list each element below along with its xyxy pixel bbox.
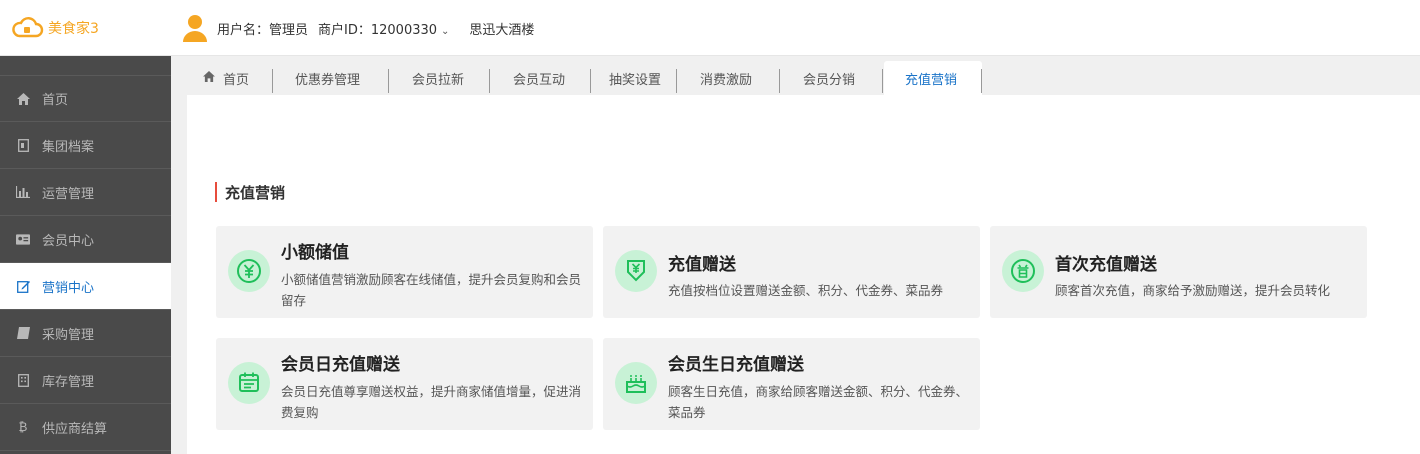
sidebar-item-home[interactable]: 首页 bbox=[0, 75, 171, 122]
home-icon bbox=[203, 71, 215, 85]
sidebar-item-label: 供应商结算 bbox=[42, 421, 108, 437]
recharge-gift-icon bbox=[615, 250, 657, 292]
card-description: 充值按档位设置赠送金额、积分、代金券、菜品券 bbox=[668, 283, 944, 298]
main-content: 充值营销 小额储值 小额储值营销激励顾客在线储值，提升会员复购和会员留存 充值赠… bbox=[187, 95, 1420, 454]
card-first-recharge-gift[interactable]: 首次充值赠送 顾客首次充值，商家给予激励赠送，提升会员转化 bbox=[990, 226, 1367, 318]
merchant-id-dropdown[interactable]: 商户ID：12000330 ⌄ bbox=[318, 19, 449, 38]
chevron-down-icon: ⌄ bbox=[441, 25, 450, 37]
home-icon bbox=[16, 92, 30, 106]
sidebar-item-label: 首页 bbox=[42, 93, 69, 108]
sidebar-item-marketing-center[interactable]: 营销中心 bbox=[0, 263, 171, 310]
sidebar-item-inventory[interactable]: 库存管理 bbox=[0, 357, 171, 404]
sidebar-item-operations[interactable]: 运营管理 bbox=[0, 169, 171, 216]
card-title: 首次充值赠送 bbox=[1055, 255, 1157, 275]
card-member-day-recharge-gift[interactable]: 会员日充值赠送 会员日充值尊享赠送权益，提升商家储值增量，促进消费复购 bbox=[216, 338, 593, 430]
card-small-stored-value[interactable]: 小额储值 小额储值营销激励顾客在线储值，提升会员复购和会员留存 bbox=[216, 226, 593, 318]
tab-member-interaction[interactable]: 会员互动 bbox=[490, 61, 591, 95]
card-title: 会员日充值赠送 bbox=[281, 355, 400, 375]
shop-name: 思迅大酒楼 bbox=[469, 22, 535, 38]
sidebar-item-purchasing[interactable]: 采购管理 bbox=[0, 310, 171, 357]
sidebar-item-member-center[interactable]: 会员中心 bbox=[0, 216, 171, 263]
tab-label: 消费激励 bbox=[700, 72, 753, 88]
user-avatar-icon[interactable] bbox=[183, 14, 207, 42]
tab-home[interactable]: 首页 bbox=[187, 61, 273, 95]
username-label: 用户名：管理员 bbox=[217, 22, 309, 38]
app-name: 美食家3 bbox=[48, 21, 99, 37]
calendar-icon bbox=[228, 362, 270, 404]
card-description: 顾客首次充值，商家给予激励赠送，提升会员转化 bbox=[1055, 283, 1331, 298]
card-member-birthday-recharge-gift[interactable]: 会员生日充值赠送 顾客生日充值，商家给顾客赠送金额、积分、代金券、菜品券 bbox=[603, 338, 980, 430]
tab-label: 会员拉新 bbox=[412, 72, 465, 88]
sidebar-item-label: 集团档案 bbox=[42, 139, 95, 155]
edit-icon bbox=[16, 279, 30, 293]
id-card-icon bbox=[16, 232, 30, 246]
section-title-text: 充值营销 bbox=[225, 183, 286, 202]
card-title: 小额储值 bbox=[281, 243, 349, 263]
card-description: 会员日充值尊享赠送权益，提升商家储值增量，促进消费复购 bbox=[281, 384, 582, 420]
file-icon bbox=[16, 138, 30, 152]
tab-member-acquisition[interactable]: 会员拉新 bbox=[389, 61, 490, 95]
section-title: 充值营销 bbox=[215, 181, 285, 203]
cloud-logo-icon bbox=[12, 17, 44, 38]
tab-divider bbox=[882, 69, 883, 93]
sidebar-item-supplier-settlement[interactable]: ₿ 供应商结算 bbox=[0, 404, 171, 451]
app-logo[interactable]: 美食家3 bbox=[10, 16, 99, 40]
first-badge-icon bbox=[1002, 250, 1044, 292]
tab-label: 会员互动 bbox=[513, 72, 566, 88]
book-icon bbox=[16, 326, 30, 340]
bitcoin-icon: ₿ bbox=[18, 420, 28, 434]
bar-chart-icon bbox=[16, 185, 30, 199]
card-title: 会员生日充值赠送 bbox=[668, 355, 804, 375]
sidebar-item-label: 会员中心 bbox=[42, 233, 95, 249]
card-title: 充值赠送 bbox=[668, 255, 736, 275]
card-description: 顾客生日充值，商家给顾客赠送金额、积分、代金券、菜品券 bbox=[668, 384, 969, 420]
sidebar-item-label: 营销中心 bbox=[42, 280, 95, 296]
sidebar-item-label: 采购管理 bbox=[42, 327, 95, 343]
yuan-coin-icon bbox=[228, 250, 270, 292]
tab-label: 充值营销 bbox=[905, 72, 958, 88]
section-accent-bar bbox=[215, 182, 217, 202]
tab-label: 首页 bbox=[223, 72, 250, 88]
sidebar-item-label: 运营管理 bbox=[42, 186, 95, 202]
sidebar: 首页 集团档案 运营管理 会员中心 营销中心 采购管理 库存管理 ₿ 供应商结算 bbox=[0, 56, 171, 454]
merchant-id-label: 商户ID：12000330 bbox=[318, 22, 438, 38]
tab-divider bbox=[981, 69, 982, 93]
top-header: 美食家3 用户名：管理员 商户ID：12000330 ⌄ 思迅大酒楼 bbox=[0, 0, 1420, 56]
tab-consumption-incentive[interactable]: 消费激励 bbox=[677, 61, 780, 95]
tab-label: 会员分销 bbox=[803, 72, 856, 88]
sidebar-item-label: 库存管理 bbox=[42, 374, 95, 390]
card-recharge-gift[interactable]: 充值赠送 充值按档位设置赠送金额、积分、代金券、菜品券 bbox=[603, 226, 980, 318]
card-description: 小额储值营销激励顾客在线储值，提升会员复购和会员留存 bbox=[281, 272, 582, 308]
tab-member-distribution[interactable]: 会员分销 bbox=[780, 61, 883, 95]
tab-recharge-marketing[interactable]: 充值营销 bbox=[884, 61, 982, 95]
building-icon bbox=[16, 373, 30, 387]
tab-bar: 首页 优惠券管理 会员拉新 会员互动 抽奖设置 消费激励 会员分销 充值营销 bbox=[187, 61, 1420, 95]
sidebar-item-group-archive[interactable]: 集团档案 bbox=[0, 122, 171, 169]
birthday-cake-icon bbox=[615, 362, 657, 404]
tab-label: 抽奖设置 bbox=[609, 72, 662, 88]
tab-lottery-settings[interactable]: 抽奖设置 bbox=[591, 61, 677, 95]
tab-coupon-management[interactable]: 优惠券管理 bbox=[273, 61, 389, 95]
user-info: 用户名：管理员 商户ID：12000330 ⌄ 思迅大酒楼 bbox=[183, 14, 534, 42]
tab-label: 优惠券管理 bbox=[295, 72, 361, 88]
